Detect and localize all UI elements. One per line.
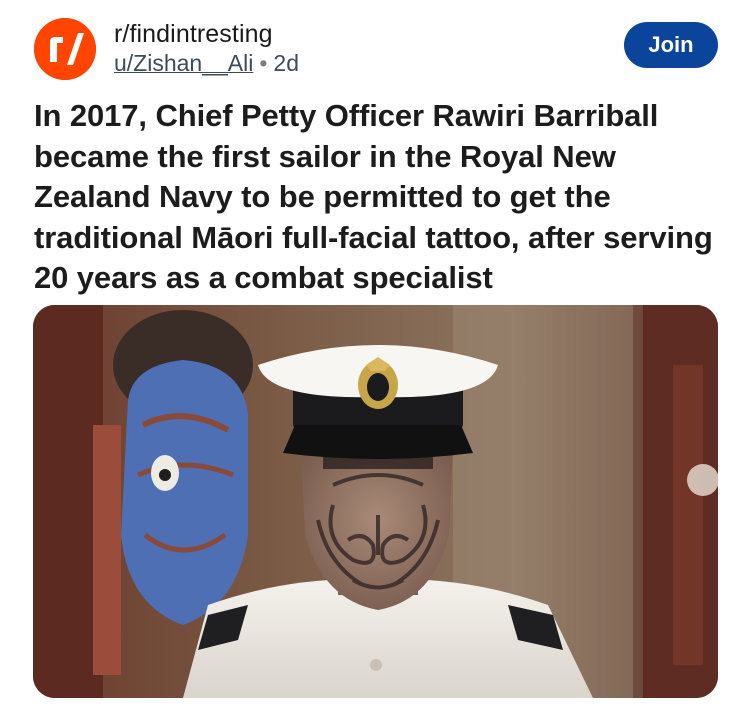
join-button[interactable]: Join bbox=[624, 22, 718, 68]
post-age: 2d bbox=[273, 50, 300, 76]
post-header: r/findintresting u/Zishan__Ali • 2d Join bbox=[34, 14, 734, 80]
post-image[interactable] bbox=[33, 305, 718, 698]
author-username[interactable]: u/Zishan__Ali bbox=[114, 50, 253, 76]
byline: u/Zishan__Ali • 2d bbox=[114, 50, 299, 76]
photo-sailor-moko-icon bbox=[33, 305, 718, 698]
subreddit-name[interactable]: r/findintresting bbox=[114, 20, 299, 48]
post-meta: r/findintresting u/Zishan__Ali • 2d bbox=[114, 20, 299, 76]
post-title[interactable]: In 2017, Chief Petty Officer Rawiri Barr… bbox=[34, 96, 734, 299]
separator-dot: • bbox=[259, 50, 268, 76]
subreddit-avatar-icon[interactable] bbox=[34, 18, 96, 80]
